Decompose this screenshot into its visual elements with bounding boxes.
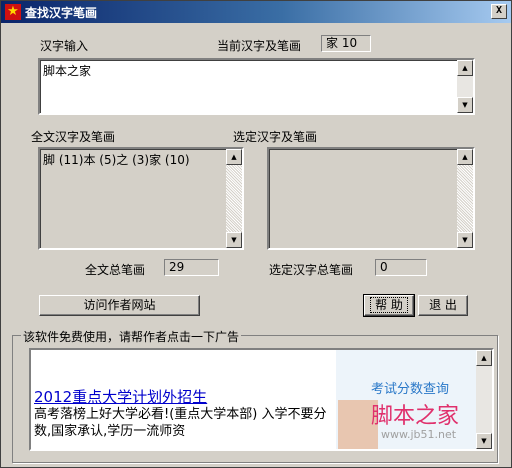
scroll-down-arrow-icon[interactable]: ▼ <box>457 97 473 113</box>
scroll-up-arrow-icon[interactable]: ▲ <box>476 350 492 366</box>
hanzi-input-text: 脚本之家 <box>43 64 92 78</box>
window-title: 查找汉字笔画 <box>25 6 98 20</box>
all-total-field: 29 <box>164 259 219 276</box>
ad-description: 高考落榜上好大学必看!(重点大学本部) 入学不要分数,国家承认,学历一流师资 <box>34 407 327 439</box>
ad-pane[interactable]: 2012重点大学计划外招生 高考落榜上好大学必看!(重点大学本部) 入学不要分数… <box>29 348 494 451</box>
selected-total-label: 选定汉字总笔画 <box>269 263 354 277</box>
selected-chars-scrollbar[interactable]: ▲ ▼ <box>457 149 473 248</box>
input-scrollbar[interactable]: ▲ ▼ <box>457 60 473 113</box>
app-star-icon: ★ <box>5 4 21 20</box>
selected-total-field: 0 <box>375 259 427 276</box>
site-watermark: 脚本之家 <box>371 404 460 429</box>
visit-author-site-button[interactable]: 访问作者网站 <box>39 295 200 316</box>
scroll-down-arrow-icon[interactable]: ▼ <box>226 232 242 248</box>
scroll-up-arrow-icon[interactable]: ▲ <box>457 60 473 76</box>
scroll-up-arrow-icon[interactable]: ▲ <box>457 149 473 165</box>
current-char-label: 当前汉字及笔画 <box>217 39 302 53</box>
selected-chars-label: 选定汉字及笔画 <box>233 130 318 144</box>
ad-scrollbar[interactable]: ▲ ▼ <box>476 350 492 449</box>
input-label: 汉字输入 <box>40 39 89 53</box>
all-chars-list[interactable]: 脚 (11)本 (5)之 (3)家 (10) ▲ ▼ <box>38 147 244 250</box>
ad-link[interactable]: 2012重点大学计划外招生 <box>34 386 207 407</box>
scroll-down-arrow-icon[interactable]: ▼ <box>457 232 473 248</box>
scroll-up-arrow-icon[interactable]: ▲ <box>226 149 242 165</box>
help-button[interactable]: 帮 助 <box>363 294 415 317</box>
current-char-field: 家 10 <box>321 35 371 52</box>
title-bar[interactable]: ★ 查找汉字笔画 X <box>1 1 511 23</box>
ad-group-title: 该软件免费使用，请帮作者点击一下广告 <box>21 328 242 345</box>
help-button-label: 帮 助 <box>370 297 408 313</box>
scroll-down-arrow-icon[interactable]: ▼ <box>476 433 492 449</box>
hanzi-input-textarea[interactable]: 脚本之家 ▲ ▼ <box>38 58 475 115</box>
all-chars-text: 脚 (11)本 (5)之 (3)家 (10) <box>43 153 190 167</box>
ad-side-title[interactable]: 考试分数查询 <box>371 378 449 397</box>
selected-chars-list[interactable]: ▲ ▼ <box>267 147 475 250</box>
app-window: ★ 查找汉字笔画 X 汉字输入 当前汉字及笔画 家 10 脚本之家 ▲ ▼ 全文… <box>0 0 512 468</box>
exit-button[interactable]: 退 出 <box>418 295 468 316</box>
close-button[interactable]: X <box>491 4 507 19</box>
all-chars-label: 全文汉字及笔画 <box>31 130 116 144</box>
site-watermark-url: www.jb51.net <box>381 428 457 441</box>
ad-side-banner[interactable]: 考试分数查询 脚本之家 www.jb51.net <box>336 350 476 449</box>
all-total-label: 全文总笔画 <box>85 263 146 277</box>
all-chars-scrollbar[interactable]: ▲ ▼ <box>226 149 242 248</box>
